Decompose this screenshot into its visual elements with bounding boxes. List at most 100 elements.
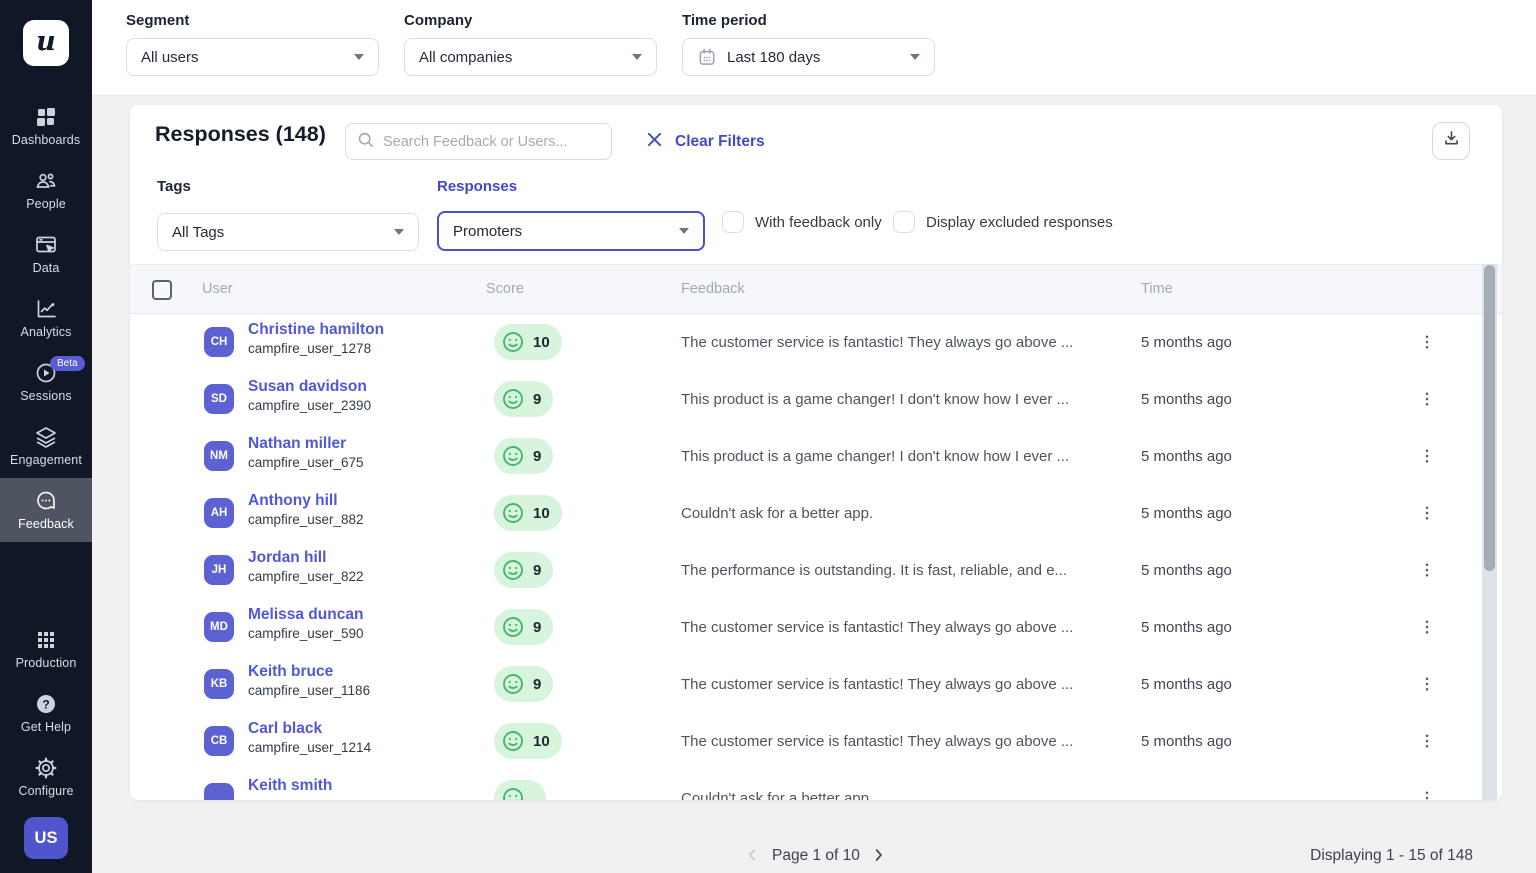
responses-filter-label: Responses [437, 178, 517, 195]
kebab-icon [1418, 732, 1436, 750]
user-name-link[interactable]: Jordan hill [248, 549, 326, 567]
sidebar-item-feedback[interactable]: Feedback [0, 478, 92, 542]
sidebar-item-dashboards[interactable]: Dashboards [0, 94, 92, 158]
column-header-time: Time [1141, 281, 1173, 297]
score-value: 9 [533, 619, 541, 636]
feedback-text: The customer service is fantastic! They … [681, 713, 1121, 770]
tags-select[interactable]: All Tags [157, 213, 419, 251]
help-icon: ? [34, 692, 58, 716]
row-menu-button[interactable] [1413, 385, 1441, 413]
score-value: 10 [533, 334, 550, 351]
row-menu-button[interactable] [1413, 613, 1441, 641]
sidebar-item-label: Sessions [20, 389, 72, 403]
configure-icon [34, 756, 58, 780]
segment-select[interactable]: All users [126, 38, 379, 76]
user-name-link[interactable]: Susan davidson [248, 378, 367, 396]
column-header-user: User [202, 281, 233, 297]
company-value: All companies [419, 49, 512, 66]
feedback-text: The customer service is fantastic! They … [681, 599, 1121, 656]
table-row: CH Christine hamilton campfire_user_1278… [130, 314, 1502, 371]
user-name-link[interactable]: Melissa duncan [248, 606, 363, 624]
user-name-link[interactable]: Keith smith [248, 777, 332, 795]
smiley-icon [501, 729, 525, 753]
user-id: campfire_user_1214 [248, 740, 371, 755]
page-title: Responses (148) [155, 122, 326, 147]
sidebar-item-label: Dashboards [12, 133, 80, 147]
sidebar-item-sessions[interactable]: Beta Sessions [0, 350, 92, 414]
time-text: 5 months ago [1141, 428, 1232, 485]
display-excluded-label: Display excluded responses [926, 214, 1113, 231]
display-excluded-checkbox[interactable] [893, 211, 915, 233]
svg-text:?: ? [42, 697, 49, 711]
feedback-text: This product is a game changer! I don't … [681, 428, 1121, 485]
table-row: SD Susan davidson campfire_user_2390 9 T… [130, 371, 1502, 428]
sidebar-item-production[interactable]: Production [0, 617, 92, 681]
sidebar-item-configure[interactable]: Configure [0, 745, 92, 809]
sidebar-item-label: Production [16, 656, 77, 670]
row-menu-button[interactable] [1413, 727, 1441, 755]
calendar-icon [697, 47, 717, 67]
table-row: NM Nathan miller campfire_user_675 9 Thi… [130, 428, 1502, 485]
row-menu-button[interactable] [1413, 670, 1441, 698]
table-row: JH Jordan hill campfire_user_822 9 The p… [130, 542, 1502, 599]
kebab-icon [1418, 504, 1436, 522]
user-name-link[interactable]: Anthony hill [248, 492, 338, 510]
user-name-link[interactable]: Carl black [248, 720, 322, 738]
app-root: u Dashboards People Data [0, 0, 1536, 873]
time-text: 5 months ago [1141, 371, 1232, 428]
feedback-text: Couldn't ask for a better app. [681, 770, 1121, 800]
row-menu-button[interactable] [1413, 442, 1441, 470]
time-period-select[interactable]: Last 180 days [682, 38, 935, 76]
segment-filter: Segment All users [126, 12, 379, 76]
clear-filters-button[interactable]: Clear Filters [646, 131, 765, 153]
smiley-icon [501, 387, 525, 411]
sidebar-item-analytics[interactable]: Analytics [0, 286, 92, 350]
company-select[interactable]: All companies [404, 38, 657, 76]
score-value: 9 [533, 676, 541, 693]
sidebar-item-engagement[interactable]: Engagement [0, 414, 92, 478]
row-menu-button[interactable] [1413, 499, 1441, 527]
sidebar-item-label: Get Help [21, 720, 71, 734]
smiley-icon [501, 444, 525, 468]
topbar: Segment All users Company All companies … [92, 0, 1536, 96]
smiley-icon [501, 615, 525, 639]
previous-page-button[interactable] [744, 845, 761, 870]
with-feedback-checkbox[interactable] [722, 211, 744, 233]
sidebar-item-data[interactable]: Data [0, 222, 92, 286]
avatar: AH [204, 498, 234, 528]
avatar: KB [204, 669, 234, 699]
page-indicator: Page 1 of 10 [772, 847, 860, 865]
user-name-link[interactable]: Keith bruce [248, 663, 333, 681]
user-id: campfire_user_590 [248, 626, 364, 641]
score-badge: 9 [494, 552, 553, 588]
display-excluded-checkbox-row: Display excluded responses [893, 211, 1113, 233]
row-menu-button[interactable] [1413, 784, 1441, 800]
sidebar-item-people[interactable]: People [0, 158, 92, 222]
sidebar-item-label: Analytics [21, 325, 72, 339]
segment-value: All users [141, 49, 199, 66]
search-input[interactable] [383, 134, 601, 150]
avatar: MD [204, 612, 234, 642]
sidebar: u Dashboards People Data [0, 0, 92, 873]
row-menu-button[interactable] [1413, 328, 1441, 356]
row-menu-button[interactable] [1413, 556, 1441, 584]
user-name-link[interactable]: Nathan miller [248, 435, 346, 453]
search-box [345, 123, 612, 160]
time-text: 5 months ago [1141, 314, 1232, 371]
sidebar-item-get-help[interactable]: ? Get Help [0, 681, 92, 745]
responses-select[interactable]: Promoters [437, 211, 705, 251]
user-name-link[interactable]: Christine hamilton [248, 321, 384, 339]
responses-value: Promoters [453, 223, 522, 240]
user-id: campfire_user_675 [248, 455, 364, 470]
avatar: CB [204, 726, 234, 756]
next-page-button[interactable] [870, 845, 887, 870]
tags-label: Tags [157, 178, 191, 195]
select-all-checkbox[interactable] [152, 280, 172, 300]
download-button[interactable] [1432, 122, 1470, 160]
company-filter: Company All companies [404, 12, 657, 76]
company-label: Company [404, 12, 657, 29]
app-logo[interactable]: u [23, 20, 69, 66]
score-value: 10 [533, 505, 550, 522]
kebab-icon [1418, 789, 1436, 800]
scrollbar-thumb[interactable] [1484, 265, 1495, 571]
